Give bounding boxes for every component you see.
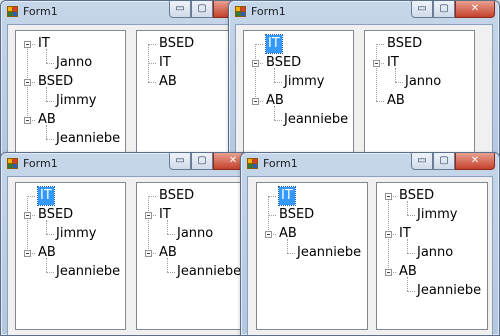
app-icon — [235, 6, 246, 17]
tree-node-label: AB — [38, 245, 56, 260]
tree-node-label: BSED — [38, 207, 74, 222]
collapse-icon[interactable] — [24, 212, 31, 219]
tree-node-label-selected: IT — [278, 186, 296, 206]
tree-node-label: Jimmy — [417, 207, 458, 222]
maximize-button[interactable]: ▢ — [433, 1, 455, 18]
collapse-icon[interactable] — [385, 269, 392, 276]
title-bar[interactable]: Form1 ▭ ▢ ✕ — [1, 153, 257, 175]
tree-node-label: AB — [387, 93, 405, 108]
left-treeview[interactable]: IT BSED Jimmy AB Jeanniebe — [15, 182, 126, 330]
form1-window-4: Form1 ▭ ▢ ✕ IT BSED AB Jeanniebe BSED Ji… — [240, 152, 500, 336]
tree-node-label: Jeanniebe — [284, 112, 349, 127]
tree-node-label: AB — [38, 112, 56, 127]
collapse-icon[interactable] — [385, 193, 392, 200]
collapse-icon[interactable] — [24, 250, 31, 257]
window-title: Form1 — [23, 5, 58, 18]
tree-node-label: BSED — [387, 36, 423, 51]
form1-window-2: Form1 ▭ ▢ ✕ IT BSED Jimmy AB Jeanniebe B… — [228, 0, 500, 170]
window-title: Form1 — [23, 157, 58, 170]
tree-node-label: AB — [266, 93, 284, 108]
right-treeview[interactable]: BSED IT Janno AB — [364, 30, 475, 170]
app-icon — [7, 6, 18, 17]
collapse-icon[interactable] — [373, 60, 380, 67]
form1-window-1: Form1 ▭ ▢ ✕ IT Janno — [0, 0, 258, 170]
close-button[interactable]: ✕ — [455, 1, 495, 18]
title-bar[interactable]: Form1 ▭ ▢ ✕ — [1, 1, 257, 23]
tree-node-label: Jimmy — [56, 93, 97, 108]
tree-node-label: IT — [159, 55, 171, 70]
form-client-area: IT BSED Jimmy AB Jeanniebe BSED IT Janno… — [7, 176, 251, 335]
tree-node-label: BSED — [266, 55, 302, 70]
right-treeview[interactable]: BSED IT Janno AB Jeanniebe — [136, 182, 247, 330]
maximize-button[interactable]: ▢ — [191, 1, 213, 18]
minimize-button[interactable]: ▭ — [411, 1, 433, 18]
tree-node-label: IT — [387, 55, 399, 70]
app-icon — [247, 158, 258, 169]
tree-node-label: AB — [399, 264, 417, 279]
tree-node-label: AB — [279, 226, 297, 241]
left-treeview[interactable]: IT Janno BSED Jimmy AB Jeanniebe — [15, 30, 126, 170]
app-icon — [7, 158, 18, 169]
tree-node-label: BSED — [279, 207, 315, 222]
tree-node-label: Jeanniebe — [56, 131, 121, 146]
window-title: Form1 — [251, 5, 286, 18]
tree-node-label: Jimmy — [56, 226, 97, 241]
tree-node-label: IT — [159, 207, 171, 222]
collapse-icon[interactable] — [265, 231, 272, 238]
right-treeview[interactable]: BSED Jimmy IT Janno AB Jeanniebe — [376, 182, 488, 330]
maximize-button[interactable]: ▢ — [191, 153, 213, 170]
form1-window-3: Form1 ▭ ▢ ✕ IT BSED Jimmy AB Jeanniebe B… — [0, 152, 258, 336]
tree-node-label: Jimmy — [284, 74, 325, 89]
minimize-button[interactable]: ▭ — [411, 153, 433, 170]
minimize-button[interactable]: ▭ — [169, 1, 191, 18]
form-client-area: IT BSED AB Jeanniebe BSED Jimmy IT Janno… — [247, 176, 493, 335]
collapse-icon[interactable] — [24, 79, 31, 86]
tree-node-label: IT — [399, 226, 411, 241]
collapse-icon[interactable] — [252, 98, 259, 105]
close-button[interactable]: ✕ — [455, 153, 495, 170]
form-client-area: IT BSED Jimmy AB Jeanniebe BSED IT Janno… — [235, 24, 493, 170]
left-treeview[interactable]: IT BSED Jimmy AB Jeanniebe — [243, 30, 354, 170]
tree-node-label: Jeanniebe — [56, 264, 121, 279]
tree-node-label: Jeanniebe — [177, 264, 242, 279]
title-bar[interactable]: Form1 ▭ ▢ ✕ — [229, 1, 499, 23]
collapse-icon[interactable] — [145, 250, 152, 257]
tree-node-label: BSED — [159, 36, 195, 51]
collapse-icon[interactable] — [24, 41, 31, 48]
tree-node-label-selected: IT — [265, 34, 283, 54]
left-treeview[interactable]: IT BSED AB Jeanniebe — [256, 182, 368, 330]
form-client-area: IT Janno BSED Jimmy AB Jeanniebe BSED IT… — [7, 24, 251, 170]
tree-node-label: Jeanniebe — [417, 283, 482, 298]
tree-node-label: Janno — [417, 245, 454, 260]
tree-node-label: BSED — [399, 188, 435, 203]
maximize-button[interactable]: ▢ — [433, 153, 455, 170]
tree-node-label: Janno — [56, 55, 93, 70]
tree-node-label: Janno — [405, 74, 442, 89]
tree-node-label: Janno — [177, 226, 214, 241]
collapse-icon[interactable] — [385, 231, 392, 238]
collapse-icon[interactable] — [24, 117, 31, 124]
collapse-icon[interactable] — [145, 212, 152, 219]
tree-node-label: BSED — [38, 74, 74, 89]
collapse-icon[interactable] — [252, 60, 259, 67]
window-title: Form1 — [263, 157, 298, 170]
tree-node-label-selected: IT — [37, 186, 55, 206]
tree-node-label: IT — [38, 36, 50, 51]
tree-node-label: Jeanniebe — [297, 245, 362, 260]
tree-node-label: AB — [159, 245, 177, 260]
tree-node-label: AB — [159, 74, 177, 89]
tree-node-label: BSED — [159, 188, 195, 203]
minimize-button[interactable]: ▭ — [169, 153, 191, 170]
title-bar[interactable]: Form1 ▭ ▢ ✕ — [241, 153, 499, 175]
